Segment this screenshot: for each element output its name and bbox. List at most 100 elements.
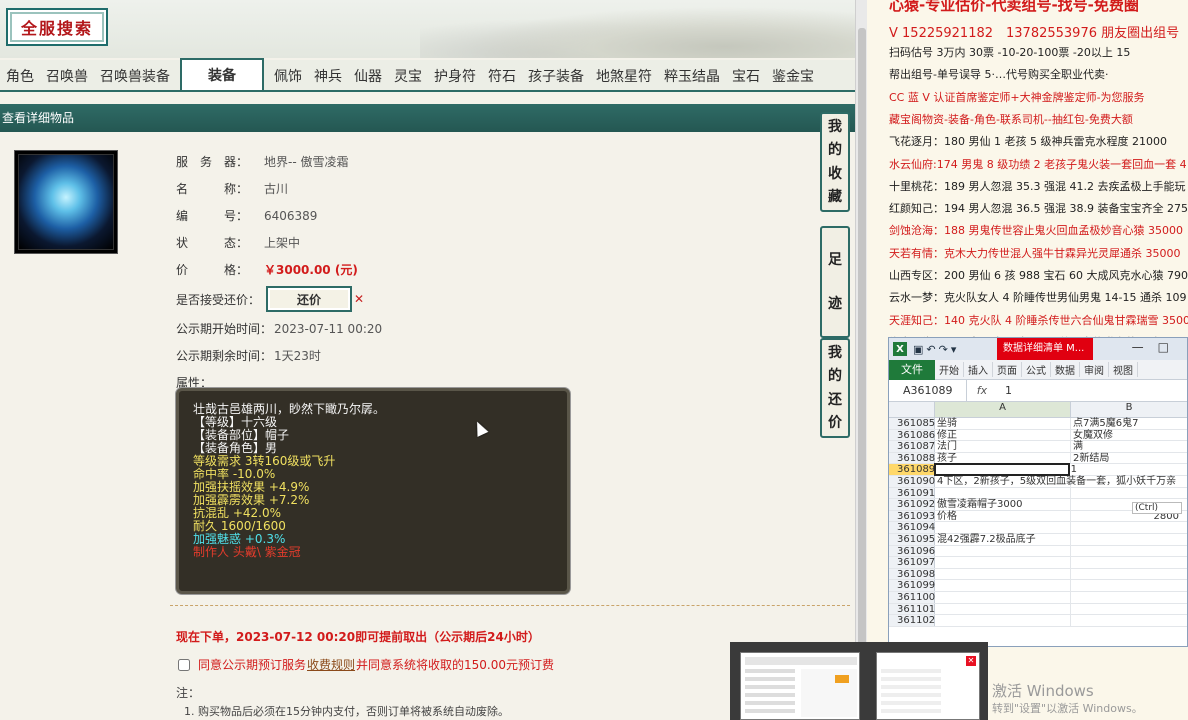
ribbon-tab-2[interactable]: 插入 <box>964 362 993 377</box>
taskbar-thumbnail-window[interactable]: ✕ <box>876 652 980 720</box>
fx-icon[interactable]: fx <box>967 384 997 397</box>
row-number[interactable]: 361102 <box>889 615 935 626</box>
row-number[interactable]: 361092 <box>889 499 935 510</box>
cell-a[interactable] <box>935 522 1071 533</box>
cell-b[interactable] <box>1071 488 1187 499</box>
side-button-char: 迹 <box>828 295 842 312</box>
cell-b[interactable] <box>1071 615 1187 626</box>
column-a-header[interactable]: A <box>935 402 1071 417</box>
row-number[interactable]: 361101 <box>889 603 935 615</box>
tab-6[interactable]: 仙器 <box>348 62 388 90</box>
cell-b[interactable] <box>1071 476 1187 487</box>
cell-a[interactable]: 傲雪凌霜帽子3000 <box>935 499 1071 510</box>
tab-13[interactable]: 宝石 <box>726 62 766 90</box>
tab-10[interactable]: 孩子装备 <box>522 62 590 90</box>
tab-11[interactable]: 地煞星符 <box>590 62 658 90</box>
cell-b[interactable] <box>1071 534 1187 545</box>
cell-b[interactable] <box>1071 580 1187 591</box>
my-haggles-button[interactable]: 我的还价 <box>820 338 850 438</box>
row-number[interactable]: 361089 <box>889 464 935 475</box>
cell-a[interactable]: 修正 <box>935 429 1071 441</box>
row-number[interactable]: 361088 <box>889 452 935 464</box>
row-number[interactable]: 361093 <box>889 510 935 522</box>
tab-5[interactable]: 神兵 <box>308 62 348 90</box>
ribbon-tab-1[interactable]: 开始 <box>935 362 964 377</box>
column-b-header[interactable]: B <box>1071 402 1187 417</box>
global-search-logo[interactable]: 全服搜索 <box>6 8 108 46</box>
cell-b[interactable] <box>1071 557 1187 568</box>
row-number[interactable]: 361094 <box>889 522 935 533</box>
tab-14[interactable]: 鉴金宝 <box>766 62 820 90</box>
cell-a[interactable] <box>935 603 1071 615</box>
ribbon-tab-5[interactable]: 数据 <box>1051 362 1080 377</box>
row-number[interactable]: 361087 <box>889 441 935 452</box>
haggle-button[interactable]: 还价 <box>266 286 352 312</box>
row-number[interactable]: 361099 <box>889 580 935 591</box>
row-number[interactable]: 361086 <box>889 429 935 441</box>
cell-a[interactable] <box>935 591 1071 603</box>
cell-b[interactable] <box>1071 569 1187 580</box>
ad-line: 天若有情：克木大力传世混人强牛甘霖异光灵犀通杀 35000 <box>889 246 1181 260</box>
row-number[interactable]: 361085 <box>889 418 935 429</box>
tab-0[interactable]: 角色 <box>0 62 40 90</box>
cell-a[interactable]: 混42强霹7.2极品底子 <box>935 533 1071 545</box>
tab-12[interactable]: 粹玉结晶 <box>658 62 726 90</box>
quick-access-icons[interactable]: ▣↶↷▾ <box>913 343 959 356</box>
ribbon-tab-0[interactable]: 文件 <box>889 359 935 380</box>
tab-3[interactable]: 装备 <box>180 58 264 90</box>
thumb-close-icon[interactable]: ✕ <box>966 656 976 666</box>
formula-input[interactable]: 1 <box>997 384 1012 397</box>
select-all-corner[interactable] <box>889 402 935 417</box>
fee-rules-link[interactable]: 收费规则 <box>307 656 355 673</box>
row-number[interactable]: 361090 <box>889 475 935 487</box>
cell-a[interactable]: 价格 <box>935 510 1071 522</box>
cell-a[interactable]: 4下区，2新孩子，5级双回血装备一套，狐小妖千万亲 <box>935 475 1176 487</box>
row-number[interactable]: 361091 <box>889 487 935 499</box>
cell-a[interactable] <box>935 580 1071 591</box>
name-row: 名 称： 古川 <box>176 175 676 202</box>
cell-b[interactable] <box>1071 522 1187 533</box>
cell-a[interactable] <box>935 487 1071 499</box>
cell-b[interactable] <box>1071 546 1187 557</box>
tab-8[interactable]: 护身符 <box>428 62 482 90</box>
cell-a[interactable]: 坐骑 <box>935 418 1071 429</box>
row-number[interactable]: 361100 <box>889 591 935 603</box>
paste-options-icon[interactable]: (Ctrl) <box>1132 502 1182 514</box>
cell-a[interactable]: 法门 <box>935 441 1071 452</box>
tab-1[interactable]: 召唤兽 <box>40 62 94 90</box>
ribbon-tab-3[interactable]: 页面 <box>993 362 1022 377</box>
tab-2[interactable]: 召唤兽装备 <box>94 62 176 90</box>
row-number[interactable]: 361097 <box>889 557 935 568</box>
prebook-checkbox[interactable] <box>178 658 190 671</box>
cell-a[interactable] <box>935 557 1071 568</box>
ribbon-tab-7[interactable]: 视图 <box>1109 362 1138 377</box>
name-box[interactable]: A361089 <box>889 380 967 401</box>
ribbon-tab-6[interactable]: 审阅 <box>1080 362 1109 377</box>
taskbar-thumbnail-chat[interactable] <box>740 652 860 720</box>
cell-b[interactable]: 满 <box>1071 441 1187 452</box>
cell-b[interactable] <box>1071 604 1187 615</box>
ribbon-tab-4[interactable]: 公式 <box>1022 362 1051 377</box>
row-number[interactable]: 361095 <box>889 533 935 545</box>
cell-a[interactable] <box>935 545 1071 557</box>
cell-a[interactable] <box>935 615 1071 626</box>
tab-9[interactable]: 符石 <box>482 62 522 90</box>
footprint-button[interactable]: 足迹 <box>820 226 850 338</box>
cell-a[interactable]: 孩子 <box>935 452 1071 464</box>
cell-b[interactable]: 1 <box>1069 464 1187 475</box>
page-scrollbar[interactable] <box>855 0 867 720</box>
row-number[interactable]: 361098 <box>889 568 935 580</box>
cell-a[interactable] <box>935 568 1071 580</box>
cell-b[interactable] <box>1071 592 1187 603</box>
scrollbar-thumb[interactable] <box>858 28 866 648</box>
cell-b[interactable]: 点7满5魔6鬼7 <box>1071 418 1187 429</box>
attribute-line: 制作人 头戴\ 紫金冠 <box>193 545 301 559</box>
my-favorites-button[interactable]: 我的收藏 <box>820 112 850 212</box>
cell-b[interactable]: 2新结局 <box>1071 453 1187 464</box>
tab-7[interactable]: 灵宝 <box>388 62 428 90</box>
cell-a[interactable] <box>934 463 1070 476</box>
row-number[interactable]: 361096 <box>889 545 935 557</box>
cell-b[interactable]: 女魔双修 <box>1071 430 1187 441</box>
window-controls[interactable]: —□ <box>1132 340 1183 354</box>
tab-4[interactable]: 佩饰 <box>268 62 308 90</box>
